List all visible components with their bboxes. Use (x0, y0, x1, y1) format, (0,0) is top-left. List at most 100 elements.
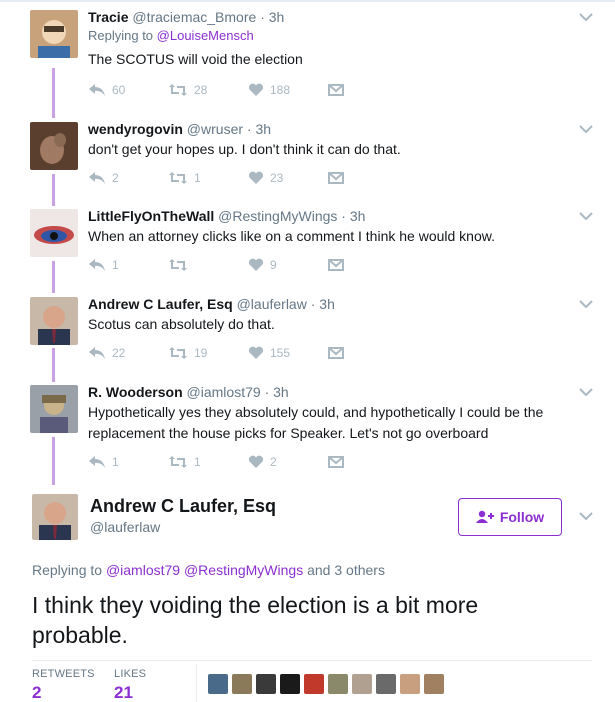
like-button[interactable]: 2 (248, 455, 277, 469)
main-user-name[interactable]: Andrew C Laufer, Esq (90, 496, 276, 517)
direct-message-icon (328, 258, 344, 272)
tweet[interactable]: R. Wooderson @iamlost79 · 3h Hypothetica… (0, 383, 615, 479)
tweet[interactable]: Tracie @traciemac_Bmore · 3h Replying to… (0, 8, 615, 108)
mention-link[interactable]: @iamlost79 (106, 562, 180, 578)
liker-avatar[interactable] (304, 674, 324, 694)
user-name[interactable]: Tracie (88, 9, 128, 25)
like-icon (248, 83, 264, 97)
likes-count[interactable]: 21 (114, 683, 133, 702)
user-handle[interactable]: @iamlost79 (187, 384, 261, 400)
follow-button[interactable]: Follow (458, 498, 562, 536)
tweet[interactable]: Andrew C Laufer, Esq @lauferlaw · 3h Sco… (0, 295, 615, 371)
like-button[interactable]: 155 (248, 346, 290, 360)
chevron-down-icon[interactable] (579, 12, 593, 22)
mention-link[interactable]: @LouiseMensch (157, 28, 254, 43)
user-handle[interactable]: @lauferlaw (237, 296, 307, 312)
chevron-down-icon[interactable] (579, 511, 593, 521)
liker-avatar[interactable] (328, 674, 348, 694)
user-name[interactable]: Andrew C Laufer, Esq (88, 296, 233, 312)
reply-button[interactable]: 22 (88, 346, 125, 360)
reply-count: 1 (112, 455, 119, 469)
timestamp[interactable]: · 3h (341, 208, 365, 224)
liker-avatar[interactable] (280, 674, 300, 694)
retweet-button[interactable]: 19 (168, 346, 207, 360)
retweets-label[interactable]: RETWEETS (32, 668, 95, 680)
reply-icon (88, 455, 106, 469)
main-avatar[interactable] (32, 494, 78, 540)
likes-label[interactable]: LIKES (114, 668, 146, 680)
replying-label: Replying to (32, 562, 103, 578)
timestamp[interactable]: · 3h (247, 121, 271, 137)
tweet-actions: 1 1 2 (88, 455, 348, 473)
retweet-button[interactable] (168, 258, 194, 272)
tweet-header: Andrew C Laufer, Esq @lauferlaw · 3h (88, 295, 335, 313)
timestamp[interactable]: · 3h (265, 384, 289, 400)
avatar[interactable] (30, 10, 78, 58)
replying-others[interactable]: and 3 others (307, 562, 385, 578)
avatar[interactable] (30, 385, 78, 433)
avatar[interactable] (30, 122, 78, 170)
liker-avatar[interactable] (232, 674, 252, 694)
main-tweet-text: I think they voiding the election is a b… (32, 590, 592, 650)
liker-avatar[interactable] (352, 674, 372, 694)
direct-message-button[interactable] (328, 171, 344, 185)
user-handle[interactable]: @RestingMyWings (218, 208, 337, 224)
like-button[interactable]: 23 (248, 171, 283, 185)
liker-avatar[interactable] (400, 674, 420, 694)
main-tweet-text-line: I think they voiding the election is a b… (32, 592, 479, 618)
liker-avatar[interactable] (208, 674, 228, 694)
retweet-button[interactable]: 1 (168, 455, 201, 469)
tweet-actions: 19 (88, 258, 348, 276)
retweet-icon (168, 346, 188, 360)
avatar[interactable] (30, 297, 78, 345)
direct-message-button[interactable] (328, 83, 344, 97)
liker-avatar[interactable] (424, 674, 444, 694)
chevron-down-icon[interactable] (579, 299, 593, 309)
reply-button[interactable]: 60 (88, 83, 125, 97)
reply-count: 60 (112, 83, 126, 97)
tweet-actions: 22 19 155 (88, 346, 348, 364)
top-divider (0, 0, 615, 2)
mention-link[interactable]: @RestingMyWings (184, 562, 303, 578)
divider (32, 660, 592, 661)
like-button[interactable]: 188 (248, 83, 290, 97)
retweets-count[interactable]: 2 (32, 683, 41, 702)
retweet-count: 19 (194, 346, 208, 360)
timestamp[interactable]: · 3h (311, 296, 335, 312)
tweet-actions: 60 28 188 (88, 83, 348, 101)
avatar[interactable] (30, 209, 78, 257)
direct-message-button[interactable] (328, 258, 344, 272)
tweet-text-line: replacement the house picks for Speaker.… (88, 425, 489, 441)
chevron-down-icon[interactable] (579, 387, 593, 397)
user-name[interactable]: R. Wooderson (88, 384, 183, 400)
direct-message-button[interactable] (328, 455, 344, 469)
like-count: 155 (270, 346, 291, 360)
retweet-icon (168, 83, 188, 97)
chevron-down-icon[interactable] (579, 211, 593, 221)
reply-button[interactable]: 1 (88, 258, 119, 272)
liker-avatar[interactable] (376, 674, 396, 694)
reply-button[interactable]: 2 (88, 171, 119, 185)
user-handle[interactable]: @traciemac_Bmore (132, 9, 256, 25)
retweet-button[interactable]: 1 (168, 171, 201, 185)
tweet-text: The SCOTUS will void the election (88, 51, 303, 67)
reply-button[interactable]: 1 (88, 455, 119, 469)
direct-message-button[interactable] (328, 346, 344, 360)
chevron-down-icon[interactable] (579, 124, 593, 134)
user-name[interactable]: LittleFlyOnTheWall (88, 208, 214, 224)
liker-avatars (208, 674, 444, 694)
main-replying-to: Replying to @iamlost79 @RestingMyWings a… (32, 562, 385, 578)
tweet[interactable]: LittleFlyOnTheWall @RestingMyWings · 3h … (0, 207, 615, 283)
reply-icon (88, 346, 106, 360)
main-user-handle[interactable]: @lauferlaw (90, 519, 160, 535)
like-button[interactable]: 9 (248, 258, 277, 272)
user-handle[interactable]: @wruser (187, 121, 243, 137)
retweet-button[interactable]: 28 (168, 83, 207, 97)
reply-icon (88, 258, 106, 272)
tweet[interactable]: wendyrogovin @wruser · 3h don't get your… (0, 120, 615, 196)
replying-label: Replying to (88, 28, 154, 43)
tweet-text: don't get your hopes up. I don't think i… (88, 141, 401, 157)
liker-avatar[interactable] (256, 674, 276, 694)
timestamp[interactable]: · 3h (260, 9, 284, 25)
user-name[interactable]: wendyrogovin (88, 121, 183, 137)
